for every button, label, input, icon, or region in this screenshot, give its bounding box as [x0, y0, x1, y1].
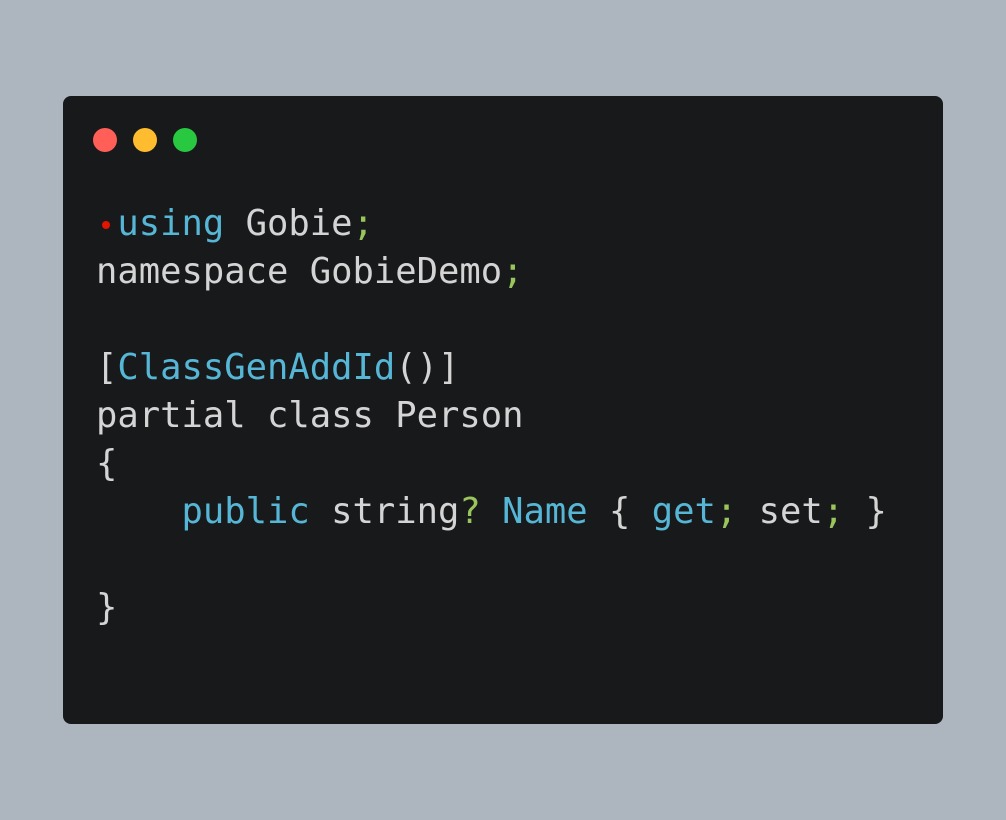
namespace-name: Gobie: [245, 203, 353, 244]
semicolon: ;: [715, 491, 738, 532]
code-line-8-empty: [96, 536, 887, 584]
window-controls: [93, 128, 197, 152]
keyword-set: set: [737, 491, 823, 532]
breakpoint-marker-icon: [96, 200, 117, 248]
close-icon[interactable]: [93, 128, 117, 152]
code-line-6: {: [96, 440, 887, 488]
semicolon: ;: [502, 251, 524, 292]
property-name: Name: [502, 491, 588, 532]
code-line-9: }: [96, 584, 887, 632]
semicolon: ;: [352, 203, 374, 244]
maximize-icon[interactable]: [173, 128, 197, 152]
code-line-4: [ClassGenAddId()]: [96, 344, 887, 392]
bracket-close: ]: [437, 347, 460, 388]
brace-close: }: [96, 587, 118, 628]
attribute-name: ClassGenAddId: [117, 347, 396, 388]
accessor-brace-close: }: [844, 491, 887, 532]
code-line-1: using Gobie;: [96, 200, 887, 248]
keyword-public: public: [181, 491, 310, 532]
code-line-7: public string? Name { get; set; }: [96, 488, 887, 536]
brace-open: {: [96, 443, 118, 484]
code-line-2: namespace GobieDemo;: [96, 248, 887, 296]
code-line-5: partial class Person: [96, 392, 887, 440]
code-window: using Gobie; namespace GobieDemo; [ClassGe…: [63, 96, 943, 724]
accessor-brace-open: {: [587, 491, 652, 532]
attribute-parens: (): [395, 347, 438, 388]
code-line-3-empty: [96, 296, 887, 344]
bracket-open: [: [96, 347, 118, 388]
semicolon: ;: [822, 491, 845, 532]
keyword-get: get: [651, 491, 716, 532]
nullable-mark: ?: [459, 491, 481, 532]
class-declaration: partial class Person: [96, 395, 524, 436]
keyword-using: using: [117, 203, 225, 244]
namespace-declaration: namespace GobieDemo: [96, 251, 503, 292]
minimize-icon[interactable]: [133, 128, 157, 152]
type-string: string: [331, 491, 460, 532]
code-block: using Gobie; namespace GobieDemo; [ClassGe…: [96, 200, 887, 632]
